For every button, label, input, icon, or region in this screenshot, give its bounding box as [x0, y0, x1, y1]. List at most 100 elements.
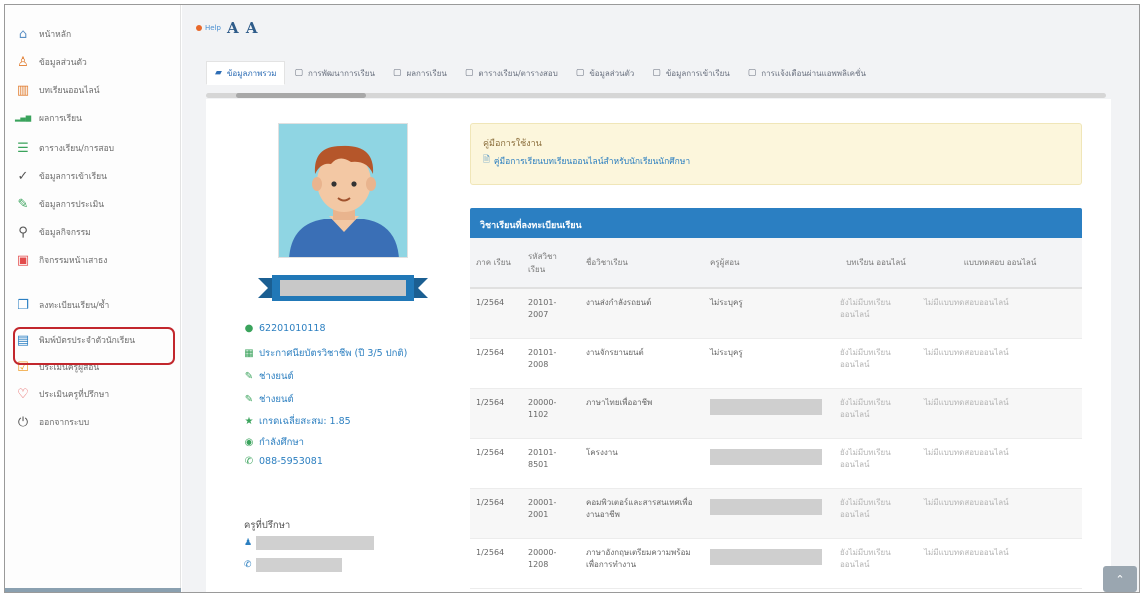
id-icon: ● [244, 323, 254, 334]
tab-label: ข้อมูลส่วนตัว [589, 68, 635, 78]
scroll-to-top-button[interactable]: ⌃ [1103, 566, 1137, 592]
font-size-toggle[interactable]: A A [227, 19, 259, 37]
tab-scrollbar[interactable] [206, 93, 1106, 98]
sidebar-item-5[interactable]: ✓ ข้อมูลการเข้าเรียน [15, 165, 175, 187]
cell-term: 1/2564 [470, 388, 522, 439]
cell-teacher: ไม่ระบุครู [704, 288, 834, 339]
cell-name: ภาษาอังกฤษเตรียมความพร้อมเพื่อการทำงาน [580, 538, 704, 589]
help-link[interactable]: Help [196, 24, 221, 32]
star-icon: ★ [244, 416, 254, 427]
major-row: ✎ ช่างยนต์ [244, 392, 294, 407]
document-icon: ▢ [652, 68, 661, 78]
cell-teacher [704, 388, 834, 439]
col-quiz: แบบทดสอบ ออนไลน์ [918, 238, 1082, 289]
cell-name: โครงงาน [580, 438, 704, 489]
tab-bar: ▰ ข้อมูลภาพรวม ▢ การพัฒนาการเรียน ▢ ผลการเรีย… [206, 61, 1139, 85]
sidebar-item-13[interactable]: ⏻ ออกจากระบบ [15, 411, 175, 433]
program: ประกาศนียบัตรวิชาชีพ (ปี 3/5 ปกติ) [259, 348, 408, 359]
major: ช่างยนต์ [259, 394, 294, 405]
cell-quiz: ไม่มีแบบทดสอบออนไลน์ [918, 388, 1082, 439]
table-row: 1/2564 20101-2007 งานส่งกำลังรถยนต์ ไม่ระบุ… [470, 288, 1082, 339]
status: กำลังศึกษา [259, 437, 304, 448]
sidebar-item-label: ผลการเรียน [39, 114, 82, 124]
courses-table: ภาค เรียน รหัสวิชา เรียน ชื่อวิชาเรียน ค… [470, 238, 1082, 589]
pen-icon: ✎ [17, 196, 29, 212]
col-lesson: บทเรียน ออนไลน์ [834, 238, 918, 289]
advisor-phone-row: ✆ [244, 558, 342, 572]
table-header-row: ภาค เรียน รหัสวิชา เรียน ชื่อวิชาเรียน ค… [470, 238, 1082, 289]
cell-name: งานส่งกำลังรถยนต์ [580, 288, 704, 339]
book-icon: ▰ [215, 68, 222, 78]
cell-code: 20101-8501 [522, 438, 580, 489]
sidebar-item-8[interactable]: ▣ กิจกรรมหน้าเสาธง [15, 249, 175, 271]
sidebar-item-4[interactable]: ☰ ตารางเรียน/การสอบ [15, 137, 175, 159]
heart-icon: ♡ [17, 386, 29, 402]
tab-0[interactable]: ▰ ข้อมูลภาพรวม [206, 61, 286, 85]
sidebar-item-2[interactable]: ▥ บทเรียนออนไลน์ [15, 79, 175, 101]
list-icon: ☰ [17, 140, 29, 156]
advisor-phone-redacted [255, 558, 342, 572]
teacher-redacted [710, 448, 822, 465]
check-icon: ✓ [17, 168, 29, 184]
cell-code: 20000-1208 [522, 538, 580, 589]
main-area: Help A A ▰ ข้อมูลภาพรวม ▢ การพัฒนาการเรียน ▢… [182, 5, 1139, 592]
cell-quiz: ไม่มีแบบทดสอบออนไลน์ [918, 288, 1082, 339]
col-name: ชื่อวิชาเรียน [580, 238, 704, 289]
sidebar-item-6[interactable]: ✎ ข้อมูลการประเมิน [15, 193, 175, 215]
manual-link[interactable]: 🗎 คู่มือการเรียนบทเรียนออนไลน์สำหรับนักเ… [483, 154, 1069, 168]
sidebar-item-label: ลงทะเบียนเรียน/ซ้ำ [39, 301, 110, 311]
sidebar-item-0[interactable]: ⌂ หน้าหลัก [15, 23, 175, 45]
sidebar-item-7[interactable]: ⚲ ข้อมูลกิจกรรม [15, 221, 175, 243]
gpa-row: ★ เกรดเฉลี่ยสะสม: 1.85 [244, 414, 351, 429]
department-row: ✎ ช่างยนต์ [244, 369, 294, 384]
tab-label: ข้อมูลการเข้าเรียน [665, 68, 730, 78]
document-icon: ▢ [747, 68, 757, 78]
cell-code: 20101-2007 [522, 288, 580, 339]
cell-teacher [704, 438, 834, 489]
overview-panel: ● 62201010118 ▦ ประกาศนียบัตรวิชาชีพ (ปี… [206, 99, 1111, 592]
table-row: 1/2564 20000-1102 ภาษาไทยเพื่ออาชีพ ยังไม่ม… [470, 388, 1082, 439]
sidebar-item-3[interactable]: ▂▄▆ ผลการเรียน [15, 107, 175, 129]
highlight-box [13, 327, 175, 365]
cell-quiz: ไม่มีแบบทดสอบออนไลน์ [918, 438, 1082, 489]
wrench-icon: ✎ [244, 371, 254, 382]
manual-box: คู่มือการใช้งาน 🗎 คู่มือการเรียนบทเรียนอ… [470, 123, 1082, 185]
tab-scrollbar-thumb[interactable] [236, 93, 366, 98]
graduation-icon: ▦ [244, 348, 254, 359]
cell-quiz: ไม่มีแบบทดสอบออนไลน์ [918, 538, 1082, 589]
cell-quiz: ไม่มีแบบทดสอบออนไลน์ [918, 488, 1082, 539]
sidebar-item-12[interactable]: ♡ ประเมินครูที่ปรึกษา [15, 383, 175, 405]
sidebar-item-9[interactable]: ❐ ลงทะเบียนเรียน/ซ้ำ [15, 294, 175, 316]
avatar-icon [279, 124, 407, 257]
student-photo [278, 123, 408, 258]
cell-term: 1/2564 [470, 338, 522, 389]
advisor-heading: ครูที่ปรึกษา [244, 520, 291, 531]
tab-6[interactable]: ▢ การแจ้งเตือนผ่านแอพพลิเคชั่น [739, 61, 875, 85]
phone-row: ✆ 088-5953081 [244, 456, 323, 467]
gpa: เกรดเฉลี่ยสะสม: 1.85 [259, 416, 351, 427]
teacher-redacted [710, 398, 822, 415]
app-window: ⌂ หน้าหลัก ♙ ข้อมูลส่วนตัว ▥ บทเรียนออนไลน์ ▂▄… [4, 4, 1140, 593]
cell-term: 1/2564 [470, 288, 522, 339]
document-icon: 🗎 [483, 155, 490, 165]
cell-lesson: ยังไม่มีบทเรียนออนไลน์ [834, 338, 918, 389]
sidebar-item-1[interactable]: ♙ ข้อมูลส่วนตัว [15, 51, 175, 73]
tab-5[interactable]: ▢ ข้อมูลการเข้าเรียน [643, 61, 738, 85]
cell-lesson: ยังไม่มีบทเรียนออนไลน์ [834, 488, 918, 539]
sidebar-item-label: ข้อมูลการเข้าเรียน [39, 172, 107, 182]
advisor-name-redacted [256, 536, 375, 550]
cell-teacher [704, 488, 834, 539]
tab-1[interactable]: ▢ การพัฒนาการเรียน [285, 61, 383, 85]
sidebar-item-label: ตารางเรียน/การสอบ [39, 144, 115, 154]
tab-2[interactable]: ▢ ผลการเรียน [384, 61, 456, 85]
tab-4[interactable]: ▢ ข้อมูลส่วนตัว [567, 61, 644, 85]
cell-name: คอมพิวเตอร์และสารสนเทศเพื่องานอาชีพ [580, 488, 704, 539]
table-row: 1/2564 20001-2001 คอมพิวเตอร์และสารสนเทศเพ… [470, 488, 1082, 539]
document-icon: ▢ [575, 68, 585, 78]
table-row: 1/2564 20101-2008 งานจักรยานยนต์ ไม่ระบุครู… [470, 338, 1082, 389]
tab-3[interactable]: ▢ ตารางเรียน/ตารางสอบ [456, 61, 567, 85]
document-icon: ▢ [294, 68, 303, 78]
cell-term: 1/2564 [470, 488, 522, 539]
manual-title: คู่มือการใช้งาน [483, 139, 542, 149]
folder-icon: ❐ [17, 297, 29, 313]
